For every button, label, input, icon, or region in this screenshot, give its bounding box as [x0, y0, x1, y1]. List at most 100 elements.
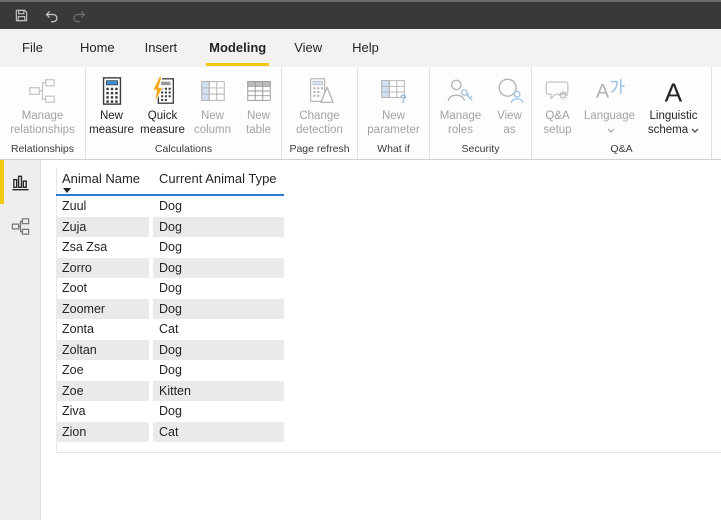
- new-parameter-button[interactable]: ? New parameter: [360, 73, 428, 137]
- cell-animal-type[interactable]: Kitten: [153, 380, 284, 401]
- table-row: Zoot Dog: [56, 278, 284, 299]
- menu-help[interactable]: Help: [352, 39, 379, 57]
- table-row: Zoe Dog: [56, 360, 284, 381]
- new-measure-button[interactable]: New measure: [88, 73, 136, 137]
- table-row: Zoltan Dog: [56, 339, 284, 360]
- cell-animal-name[interactable]: Zion: [56, 421, 149, 442]
- menu-insert[interactable]: Insert: [145, 39, 178, 57]
- view-as-icon: [498, 78, 523, 103]
- cell-animal-name[interactable]: Ziva: [56, 401, 149, 422]
- titlebar: [0, 0, 721, 29]
- ribbon-group-page-refresh: Change detection Page refresh: [282, 67, 358, 159]
- sidebar-item-report-view[interactable]: [0, 160, 40, 204]
- svg-text:A: A: [595, 81, 609, 103]
- cell-animal-name[interactable]: Zoomer: [56, 298, 149, 319]
- button-label: Manage: [439, 110, 482, 122]
- group-label-qa: Q&A: [610, 143, 633, 155]
- view-as-button[interactable]: View as: [491, 73, 529, 137]
- cell-animal-type[interactable]: Dog: [153, 216, 284, 237]
- cell-animal-name[interactable]: Zoltan: [56, 339, 149, 360]
- button-label: New: [381, 110, 405, 122]
- ribbon-group-relationships: Manage relationships Relationships: [0, 67, 86, 159]
- undo-icon: [45, 10, 58, 22]
- model-view-icon: [11, 217, 29, 235]
- new-parameter-icon: ?: [380, 80, 407, 106]
- button-label: as: [503, 124, 516, 136]
- cell-animal-type[interactable]: Dog: [153, 401, 284, 422]
- button-label: New: [246, 110, 270, 122]
- button-label: New: [99, 110, 123, 122]
- button-label: Quick: [147, 110, 178, 122]
- quick-measure-button[interactable]: Quick measure: [138, 73, 188, 137]
- grid-body: Zuul Dog Zuja Dog Zsa Zsa Dog Zorro Dog Zoot…: [56, 196, 284, 442]
- manage-relationships-button[interactable]: Manage relationships: [10, 73, 75, 137]
- menu-home[interactable]: Home: [80, 39, 115, 57]
- button-label: [604, 123, 615, 137]
- button-label: Q&A: [545, 110, 570, 122]
- linguistic-schema-button[interactable]: A Linguistic schema: [638, 73, 710, 137]
- table-row: Ziva Dog: [56, 401, 284, 422]
- undo-button[interactable]: [42, 7, 59, 24]
- new-table-button[interactable]: New table: [238, 73, 280, 137]
- cell-animal-type[interactable]: Dog: [153, 298, 284, 319]
- cell-animal-name[interactable]: Zuja: [56, 216, 149, 237]
- group-label-page-refresh: Page refresh: [289, 143, 350, 155]
- sidebar-item-model-view[interactable]: [0, 204, 40, 248]
- new-measure-icon: [102, 77, 121, 105]
- column-header-animal-name[interactable]: Animal Name: [56, 168, 149, 194]
- column-header-current-animal-type[interactable]: Current Animal Type: [153, 168, 284, 194]
- content-area: Animal Name Current Animal Type Zuul Dog …: [0, 160, 721, 520]
- cell-animal-type[interactable]: Cat: [153, 421, 284, 442]
- cell-animal-name[interactable]: Zsa Zsa: [56, 237, 149, 258]
- menu-view[interactable]: View: [294, 39, 322, 57]
- cell-animal-type[interactable]: Dog: [153, 339, 284, 360]
- cell-animal-name[interactable]: Zuul: [56, 196, 149, 217]
- button-label: setup: [543, 124, 572, 136]
- table-row: Zoe Kitten: [56, 380, 284, 401]
- change-detection-button[interactable]: Change detection: [285, 73, 355, 137]
- change-detection-icon: [309, 78, 334, 103]
- manage-relationships-icon: [29, 79, 56, 103]
- sort-descending-icon: [63, 188, 71, 193]
- new-column-icon: [200, 81, 225, 101]
- menubar: File Home Insert Modeling View Help: [0, 29, 721, 67]
- qa-setup-icon: [545, 81, 568, 100]
- language-button[interactable]: A Language: [584, 73, 636, 137]
- save-button[interactable]: [13, 7, 30, 24]
- button-label: measure: [140, 124, 185, 136]
- view-switcher-sidebar: [0, 160, 41, 520]
- button-label: table: [246, 124, 271, 136]
- table-row: Zonta Cat: [56, 319, 284, 340]
- table-row: Zuja Dog: [56, 216, 284, 237]
- ribbon: Manage relationships Relationships New m…: [0, 67, 721, 160]
- language-icon: A: [595, 78, 625, 103]
- cell-animal-name[interactable]: Zoe: [56, 360, 149, 381]
- qa-setup-button[interactable]: Q&A setup: [534, 73, 582, 137]
- cell-animal-type[interactable]: Dog: [153, 278, 284, 299]
- cell-animal-name[interactable]: Zorro: [56, 257, 149, 278]
- grid-bottom-border: [56, 452, 721, 453]
- cell-animal-name[interactable]: Zoot: [56, 278, 149, 299]
- cell-animal-type[interactable]: Dog: [153, 237, 284, 258]
- table-row: Zuul Dog: [56, 196, 284, 217]
- cell-animal-type[interactable]: Cat: [153, 319, 284, 340]
- new-table-icon: [246, 81, 271, 101]
- data-grid: Animal Name Current Animal Type Zuul Dog …: [56, 168, 284, 442]
- button-label: column: [193, 124, 232, 136]
- cell-animal-type[interactable]: Dog: [153, 196, 284, 217]
- cell-animal-name[interactable]: Zonta: [56, 319, 149, 340]
- manage-roles-icon: [447, 79, 473, 101]
- button-label: parameter: [367, 124, 420, 136]
- cell-animal-name[interactable]: Zoe: [56, 380, 149, 401]
- cell-animal-type[interactable]: Dog: [153, 360, 284, 381]
- redo-button[interactable]: [71, 7, 88, 24]
- new-column-button[interactable]: New column: [190, 73, 236, 137]
- menu-modeling[interactable]: Modeling: [206, 39, 270, 66]
- menu-file[interactable]: File: [22, 39, 43, 57]
- table-row: Zorro Dog: [56, 257, 284, 278]
- group-label-calculations: Calculations: [154, 143, 213, 155]
- chevron-down-icon: [691, 128, 699, 133]
- cell-animal-type[interactable]: Dog: [153, 257, 284, 278]
- group-label-what-if: What if: [377, 143, 410, 155]
- manage-roles-button[interactable]: Manage roles: [433, 73, 489, 137]
